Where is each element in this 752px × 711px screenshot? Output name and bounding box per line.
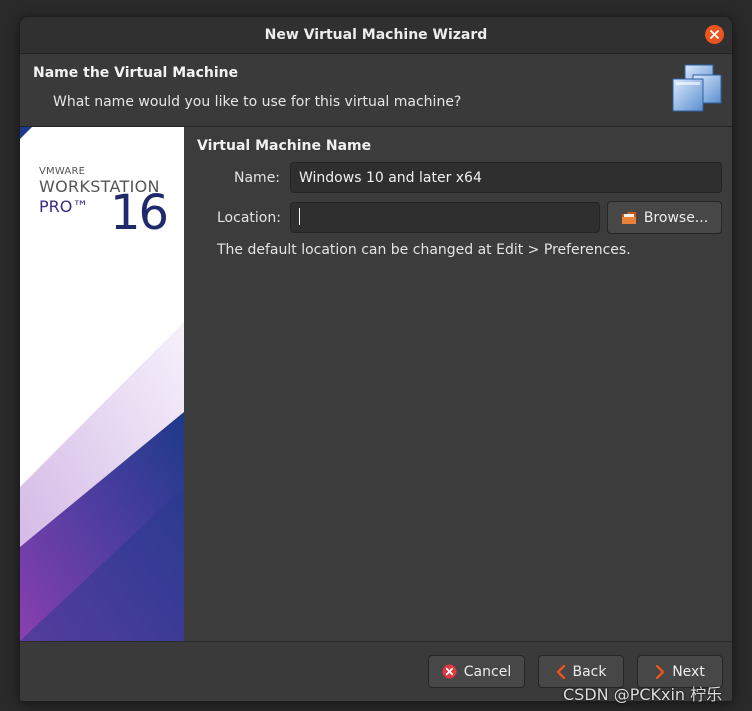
cancel-circle-icon: [442, 664, 457, 679]
title-bar: New Virtual Machine Wizard: [20, 17, 732, 54]
folder-icon: [621, 211, 636, 224]
window-title: New Virtual Machine Wizard: [264, 27, 488, 43]
cancel-label: Cancel: [463, 663, 512, 680]
vm-stack-icon: [672, 64, 722, 112]
chevron-right-icon: [655, 664, 665, 679]
back-label: Back: [572, 663, 607, 680]
text-cursor: [299, 208, 300, 225]
watermark: CSDN @PCKxin 柠乐: [563, 685, 723, 704]
name-label: Name:: [234, 170, 281, 186]
wizard-window: New Virtual Machine Wizard Name the Virt…: [20, 17, 732, 701]
name-input[interactable]: Windows 10 and later x64: [290, 162, 722, 193]
browse-label: Browse...: [643, 209, 709, 226]
section-title: Virtual Machine Name: [197, 138, 372, 154]
wizard-header: Name the Virtual Machine What name would…: [20, 54, 732, 127]
chevron-left-icon: [556, 664, 565, 679]
next-label: Next: [672, 663, 705, 680]
brand-edition: PRO™: [39, 197, 89, 216]
location-label: Location:: [217, 210, 281, 226]
close-button[interactable]: [705, 25, 724, 44]
location-input[interactable]: [290, 202, 600, 233]
page-subtitle: What name would you like to use for this…: [53, 94, 462, 110]
cancel-button[interactable]: Cancel: [428, 655, 525, 688]
browse-button[interactable]: Browse...: [607, 201, 722, 234]
brand-panel: VMWARE WORKSTATION PRO™ 16: [20, 127, 184, 641]
page-title: Name the Virtual Machine: [33, 65, 239, 81]
location-note: The default location can be changed at E…: [217, 242, 631, 258]
wizard-content: Virtual Machine Name Name: Windows 10 an…: [184, 127, 732, 641]
close-icon: [710, 30, 719, 39]
brand-vendor: VMWARE: [39, 166, 86, 177]
brand-version: 16: [110, 185, 169, 241]
